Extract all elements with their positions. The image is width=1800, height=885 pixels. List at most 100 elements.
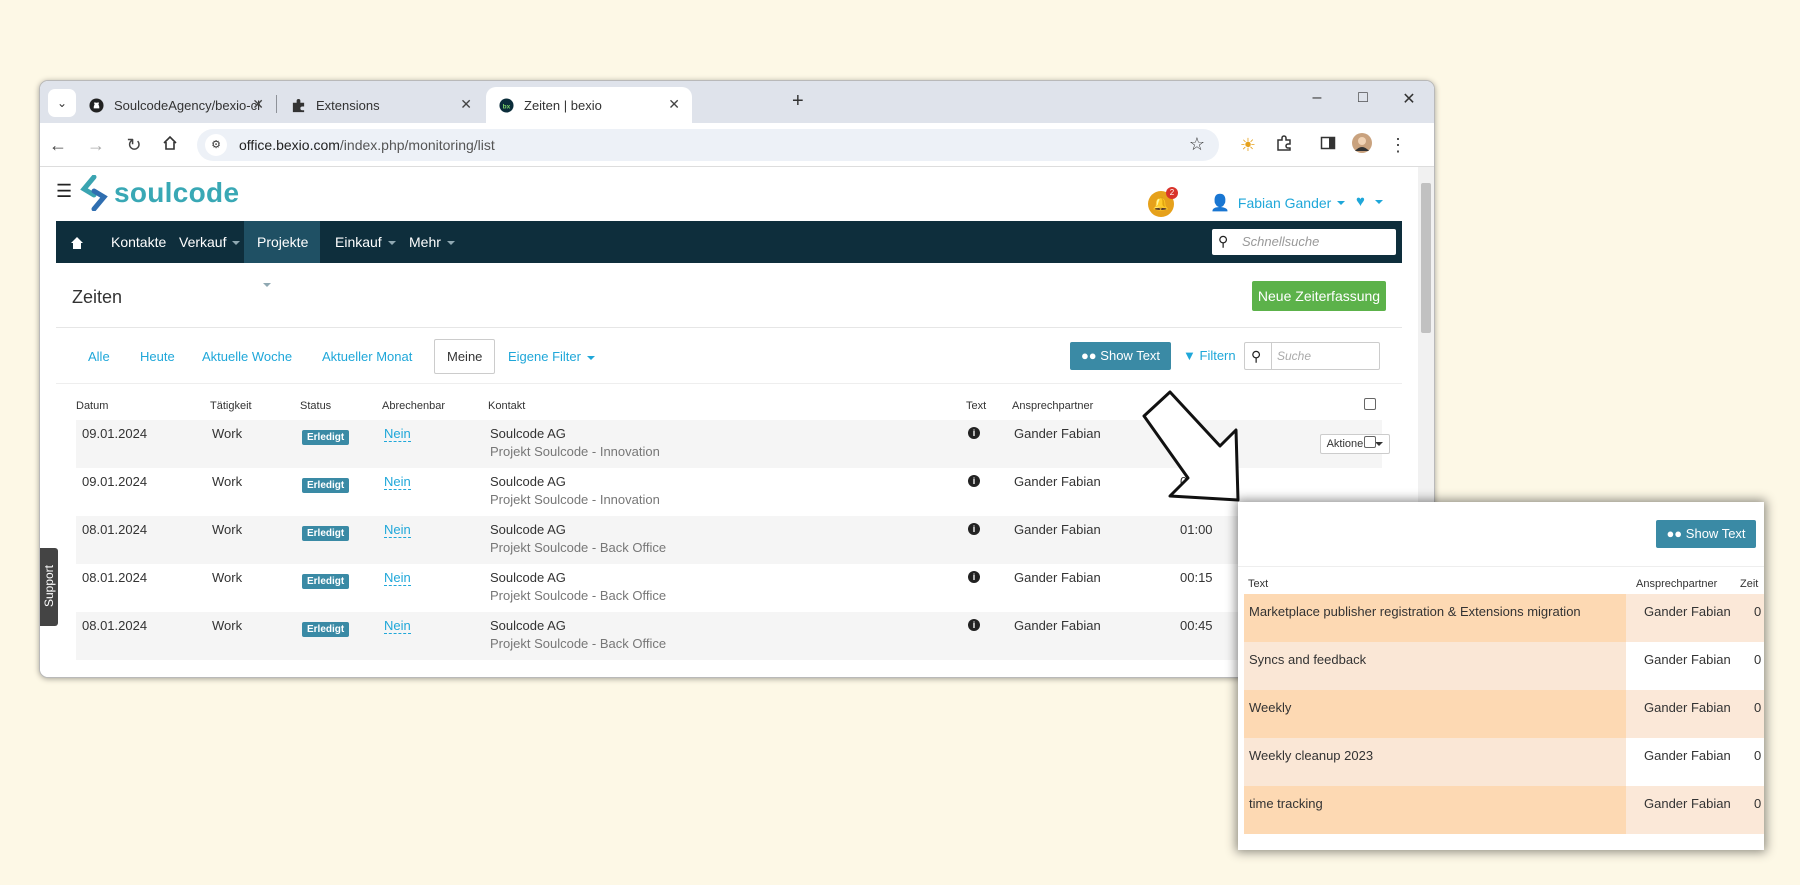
menu-kebab-icon[interactable]: ⋮ (1386, 133, 1410, 157)
user-menu[interactable]: 👤 Fabian Gander (1210, 193, 1346, 213)
info-icon[interactable]: i (968, 619, 980, 631)
actions-label: Aktionen (1326, 438, 1370, 450)
site-settings-icon[interactable]: ⚙ (205, 134, 227, 156)
header-abrechenbar[interactable]: Abrechenbar (382, 400, 445, 412)
tab-search-button[interactable]: ⌄ (48, 89, 76, 117)
nav-mehr[interactable]: Mehr (396, 221, 468, 263)
list-item[interactable]: Weekly cleanup 2023 Gander Fabian 0 (1244, 738, 1764, 786)
header-kontakt[interactable]: Kontakt (488, 400, 525, 412)
billable-link[interactable]: Nein (384, 426, 411, 442)
bexio-icon: bx (498, 97, 514, 113)
list-item[interactable]: Marketplace publisher registration & Ext… (1244, 594, 1764, 642)
tab-github[interactable]: SoulcodeAgency/bexio-chrome ✕ (76, 87, 276, 123)
filter-tab-alle[interactable]: Alle (88, 349, 110, 364)
header-text[interactable]: Text (966, 400, 986, 412)
nav-verkauf[interactable]: Verkauf (166, 221, 253, 263)
soulcode-logo[interactable]: soulcode (80, 175, 239, 211)
favorites-heart-icon[interactable]: ♥ (1356, 193, 1383, 210)
cell-ansprechpartner: Gander Fabian (1014, 474, 1101, 489)
divider (1238, 566, 1764, 567)
billable-link[interactable]: Nein (384, 570, 411, 586)
close-window-icon[interactable]: ✕ (1394, 89, 1424, 109)
header-zeit[interactable]: Zeit (1740, 578, 1758, 590)
project-name[interactable]: Projekt Soulcode - Back Office (490, 636, 666, 651)
project-name[interactable]: Projekt Soulcode - Back Office (490, 588, 666, 603)
address-bar[interactable]: ⚙ office.bexio.com/index.php/monitoring/… (197, 129, 1219, 161)
cell-taetigkeit: Work (212, 570, 243, 585)
cell-ansprechpartner: Gander Fabian (1014, 570, 1101, 585)
actions-dropdown[interactable]: Aktionen (1320, 434, 1390, 454)
filter-button[interactable]: ▼ Filtern (1183, 348, 1236, 363)
list-item (1244, 834, 1764, 850)
list-item[interactable]: Weekly Gander Fabian 0 (1244, 690, 1764, 738)
table-row[interactable]: 08.01.2024 Work Erledigt Nein Soulcode A… (76, 564, 1382, 612)
maximize-icon[interactable]: □ (1348, 89, 1378, 107)
show-text-button[interactable]: ●● Show Text (1656, 520, 1756, 548)
extensions-puzzle-icon[interactable] (1272, 133, 1296, 157)
header-taetigkeit[interactable]: Tätigkeit (210, 400, 252, 412)
notification-bell-icon[interactable]: 🔔 2 (1148, 187, 1178, 217)
minimize-icon[interactable]: – (1302, 89, 1332, 107)
filter-tab-meine[interactable]: Meine (434, 339, 496, 374)
header-ansprechpartner[interactable]: Ansprechpartner (1012, 400, 1093, 412)
support-label: Support (42, 564, 56, 608)
header-text[interactable]: Text (1248, 578, 1268, 590)
forward-icon[interactable]: → (84, 133, 108, 157)
list-item[interactable]: time tracking Gander Fabian 0 (1244, 786, 1764, 834)
info-icon[interactable]: i (968, 571, 980, 583)
support-tab[interactable]: Support (40, 548, 58, 626)
row-checkbox[interactable] (1364, 436, 1376, 448)
header-ansprechpartner[interactable]: Ansprechpartner (1636, 578, 1717, 590)
new-tab-icon[interactable]: + (792, 91, 804, 111)
filter-tab-eigene-filter[interactable]: Eigene Filter (508, 349, 595, 364)
select-all-checkbox[interactable] (1364, 398, 1376, 410)
project-name[interactable]: Projekt Soulcode - Back Office (490, 540, 666, 555)
contact-name[interactable]: Soulcode AG (490, 522, 566, 537)
nav-home-icon[interactable] (56, 221, 98, 263)
cell-ansprechpartner: Gander Fabian (1014, 426, 1101, 441)
scrollbar-thumb[interactable] (1421, 183, 1431, 333)
profile-avatar[interactable] (1350, 133, 1374, 159)
contact-name[interactable]: Soulcode AG (490, 570, 566, 585)
show-text-button[interactable]: ●● Show Text (1070, 342, 1171, 370)
back-icon[interactable]: ← (46, 133, 70, 157)
home-icon[interactable] (158, 133, 182, 157)
hamburger-icon[interactable]: ☰ (56, 181, 72, 202)
table-row[interactable]: 08.01.2024 Work Erledigt Nein Soulcode A… (76, 612, 1382, 660)
filter-tab-heute[interactable]: Heute (140, 349, 175, 364)
list-item[interactable]: Syncs and feedback Gander Fabian 0 (1244, 642, 1764, 690)
reload-icon[interactable]: ↻ (122, 133, 146, 157)
close-icon[interactable]: ✕ (668, 96, 680, 113)
extension-sun-icon[interactable]: ☀ (1236, 133, 1260, 157)
info-icon[interactable]: i (968, 427, 980, 439)
header-datum[interactable]: Datum (76, 400, 108, 412)
project-name[interactable]: Projekt Soulcode - Innovation (490, 444, 660, 459)
billable-link[interactable]: Nein (384, 618, 411, 634)
info-icon[interactable]: i (968, 475, 980, 487)
quick-search-input[interactable]: ⚲ Schnellsuche (1212, 229, 1396, 255)
browser-window: ⌄ SoulcodeAgency/bexio-chrome ✕ Extensio… (39, 80, 1435, 678)
zoom-callout: ●● Show Text Text Ansprechpartner Zeit M… (1238, 502, 1764, 850)
project-name[interactable]: Projekt Soulcode - Innovation (490, 492, 660, 507)
header-status[interactable]: Status (300, 400, 331, 412)
filter-tab-aktueller-monat[interactable]: Aktueller Monat (322, 349, 412, 364)
table-row[interactable]: 08.01.2024 Work Erledigt Nein Soulcode A… (76, 516, 1382, 564)
new-time-entry-button[interactable]: Neue Zeiterfassung (1252, 281, 1386, 311)
tab-extensions[interactable]: Extensions ✕ (278, 87, 484, 123)
search-input[interactable]: ⚲ Suche (1244, 342, 1380, 370)
billable-link[interactable]: Nein (384, 522, 411, 538)
info-icon[interactable]: i (968, 523, 980, 535)
cell-datum: 08.01.2024 (82, 522, 148, 537)
close-icon[interactable]: ✕ (460, 96, 472, 113)
side-panel-icon[interactable] (1316, 133, 1340, 157)
bookmark-star-icon[interactable]: ☆ (1189, 134, 1205, 155)
contact-name[interactable]: Soulcode AG (490, 618, 566, 633)
filter-tab-aktuelle-woche[interactable]: Aktuelle Woche (202, 349, 292, 364)
contact-name[interactable]: Soulcode AG (490, 474, 566, 489)
tab-zeiten-bexio[interactable]: bx Zeiten | bexio ✕ (486, 87, 692, 123)
nav-projekte[interactable]: Projekte (244, 221, 320, 288)
billable-link[interactable]: Nein (384, 474, 411, 490)
contact-name[interactable]: Soulcode AG (490, 426, 566, 441)
nav-label: Einkauf (335, 234, 382, 250)
close-icon[interactable]: ✕ (252, 96, 264, 113)
